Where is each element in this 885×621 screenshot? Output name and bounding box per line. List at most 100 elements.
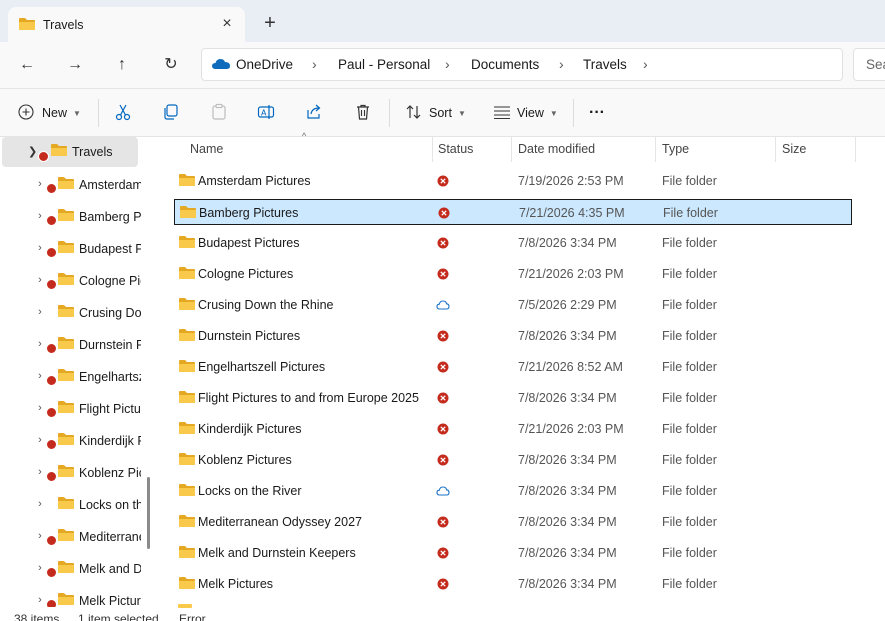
forward-icon[interactable]: →: [61, 52, 89, 78]
column-divider[interactable]: [432, 137, 433, 162]
sync-error-icon: [46, 247, 57, 258]
file-row[interactable]: Bamberg Pictures 7/21/2026 4:35 PM File fo…: [174, 199, 852, 225]
folder-icon: [50, 143, 68, 160]
chevron-right-icon[interactable]: ›: [34, 242, 46, 254]
chevron-right-icon[interactable]: ›: [34, 338, 46, 350]
share-button[interactable]: [305, 101, 323, 125]
chevron-right-icon[interactable]: ›: [34, 370, 46, 382]
tab-travels[interactable]: Travels ×: [8, 7, 245, 42]
chevron-right-icon[interactable]: ›: [559, 56, 564, 72]
sidebar-item-label: Crusing Dov: [79, 306, 141, 320]
search-input[interactable]: Sea: [853, 48, 885, 81]
paste-button[interactable]: [210, 101, 228, 125]
sidebar-item[interactable]: › Mediterrane: [0, 521, 150, 553]
column-size[interactable]: Size: [782, 142, 806, 166]
file-row[interactable]: Budapest Pictures 7/8/2026 3:34 PM File fo…: [174, 230, 852, 256]
new-tab-button[interactable]: +: [258, 11, 282, 35]
chevron-right-icon[interactable]: ›: [34, 530, 46, 542]
file-row[interactable]: Melk Pictures 7/8/2026 3:34 PM File folder: [174, 571, 852, 597]
chevron-right-icon[interactable]: ›: [34, 466, 46, 478]
file-row[interactable]: Flight Pictures to and from Europe 2025 7…: [174, 385, 852, 411]
folder-icon: [57, 304, 75, 321]
sidebar-item-travels[interactable]: ❯ Travels: [2, 137, 138, 167]
sidebar-item[interactable]: › Engelhartsz: [0, 361, 150, 393]
sync-error-icon: [46, 183, 57, 194]
refresh-icon[interactable]: ↻: [157, 52, 185, 78]
chevron-right-icon[interactable]: ›: [445, 56, 450, 72]
column-date-modified[interactable]: Date modified: [518, 142, 595, 166]
folder-icon: [178, 545, 196, 562]
sidebar-item[interactable]: › Flight Pictu: [0, 393, 150, 425]
column-name[interactable]: Name: [190, 142, 223, 166]
view-button[interactable]: View ▼: [493, 101, 558, 125]
sidebar-item[interactable]: › Crusing Dov: [0, 297, 150, 329]
chevron-right-icon[interactable]: ›: [34, 306, 46, 318]
new-button[interactable]: New ▼: [18, 101, 81, 125]
sidebar-item[interactable]: › Cologne Pic: [0, 265, 150, 297]
sidebar-item[interactable]: › Koblenz Pic: [0, 457, 150, 489]
close-tab-icon[interactable]: ×: [215, 13, 239, 35]
sort-button[interactable]: Sort ▼: [405, 101, 466, 125]
sidebar-item[interactable]: › Budapest P: [0, 233, 150, 265]
chevron-right-icon[interactable]: ›: [34, 498, 46, 510]
file-row[interactable]: Locks on the River 7/8/2026 3:34 PM File f…: [174, 478, 852, 504]
chevron-down-icon[interactable]: ❯: [28, 145, 37, 158]
column-type[interactable]: Type: [662, 142, 689, 166]
rename-button[interactable]: A: [257, 101, 275, 125]
sync-error-icon: [436, 267, 450, 281]
file-row[interactable]: Kinderdijk Pictures 7/21/2026 2:03 PM File…: [174, 416, 852, 442]
file-row[interactable]: Amsterdam Pictures 7/19/2026 2:53 PM File …: [174, 168, 852, 194]
column-divider[interactable]: [775, 137, 776, 162]
chevron-right-icon[interactable]: ›: [643, 56, 648, 72]
column-divider[interactable]: [511, 137, 512, 162]
file-row[interactable]: Engelhartszell Pictures 7/21/2026 8:52 AM…: [174, 354, 852, 380]
file-type: File folder: [662, 236, 717, 250]
chevron-right-icon[interactable]: ›: [34, 402, 46, 414]
clipboard-icon: [210, 103, 228, 124]
sidebar-item[interactable]: › Kinderdijk P: [0, 425, 150, 457]
delete-button[interactable]: [354, 101, 372, 125]
file-row[interactable]: Koblenz Pictures 7/8/2026 3:34 PM File fol…: [174, 447, 852, 473]
sort-icon: [405, 103, 423, 124]
chevron-right-icon[interactable]: ›: [34, 594, 46, 606]
sync-error-icon: [437, 206, 451, 220]
breadcrumb-onedrive[interactable]: OneDrive: [236, 57, 293, 72]
file-name: Melk and Durnstein Keepers: [198, 546, 356, 560]
chevron-right-icon[interactable]: ›: [34, 562, 46, 574]
sync-error-icon: [436, 329, 450, 343]
file-row[interactable]: Durnstein Pictures 7/8/2026 3:34 PM File f…: [174, 323, 852, 349]
up-icon[interactable]: ↑: [108, 52, 136, 78]
file-row[interactable]: Cologne Pictures 7/21/2026 2:03 PM File fo…: [174, 261, 852, 287]
breadcrumb-travels[interactable]: Travels: [583, 57, 627, 72]
copy-button[interactable]: [162, 101, 180, 125]
file-row[interactable]: Mediterranean Odyssey 2027 7/8/2026 3:34 …: [174, 509, 852, 535]
sidebar-scrollbar[interactable]: [147, 477, 150, 549]
breadcrumb-documents[interactable]: Documents: [471, 57, 539, 72]
breadcrumb-paul-personal[interactable]: Paul - Personal: [338, 57, 430, 72]
column-divider[interactable]: [655, 137, 656, 162]
breadcrumb[interactable]: OneDrive › Paul - Personal › Documents ›…: [201, 48, 843, 81]
sidebar-item[interactable]: › Locks on th: [0, 489, 150, 521]
back-icon[interactable]: ←: [13, 52, 41, 78]
file-row[interactable]: Melk and Durnstein Keepers 7/8/2026 3:34 …: [174, 540, 852, 566]
file-row[interactable]: Crusing Down the Rhine 7/5/2026 2:29 PM Fi…: [174, 292, 852, 318]
cut-button[interactable]: [114, 101, 132, 125]
sidebar-item[interactable]: › Bamberg Pi: [0, 201, 150, 233]
column-status[interactable]: Status: [438, 142, 473, 166]
sidebar-item[interactable]: › Melk Pictur: [0, 585, 150, 607]
file-date-modified: 7/8/2026 3:34 PM: [518, 546, 617, 560]
status-state: Error: [179, 612, 206, 621]
sync-error-icon: [46, 599, 57, 607]
sidebar-item[interactable]: › Amsterdam: [0, 169, 150, 201]
folder-icon: [178, 235, 196, 252]
chevron-right-icon[interactable]: ›: [34, 178, 46, 190]
column-divider[interactable]: [855, 137, 856, 162]
chevron-right-icon[interactable]: ›: [34, 274, 46, 286]
sort-ascending-icon: ^: [302, 131, 307, 141]
sidebar-item[interactable]: › Melk and D: [0, 553, 150, 585]
chevron-right-icon[interactable]: ›: [34, 210, 46, 222]
chevron-right-icon[interactable]: ›: [34, 434, 46, 446]
more-options-icon[interactable]: ···: [589, 101, 605, 125]
sidebar-item[interactable]: › Durnstein P: [0, 329, 150, 361]
chevron-right-icon[interactable]: ›: [312, 56, 317, 72]
